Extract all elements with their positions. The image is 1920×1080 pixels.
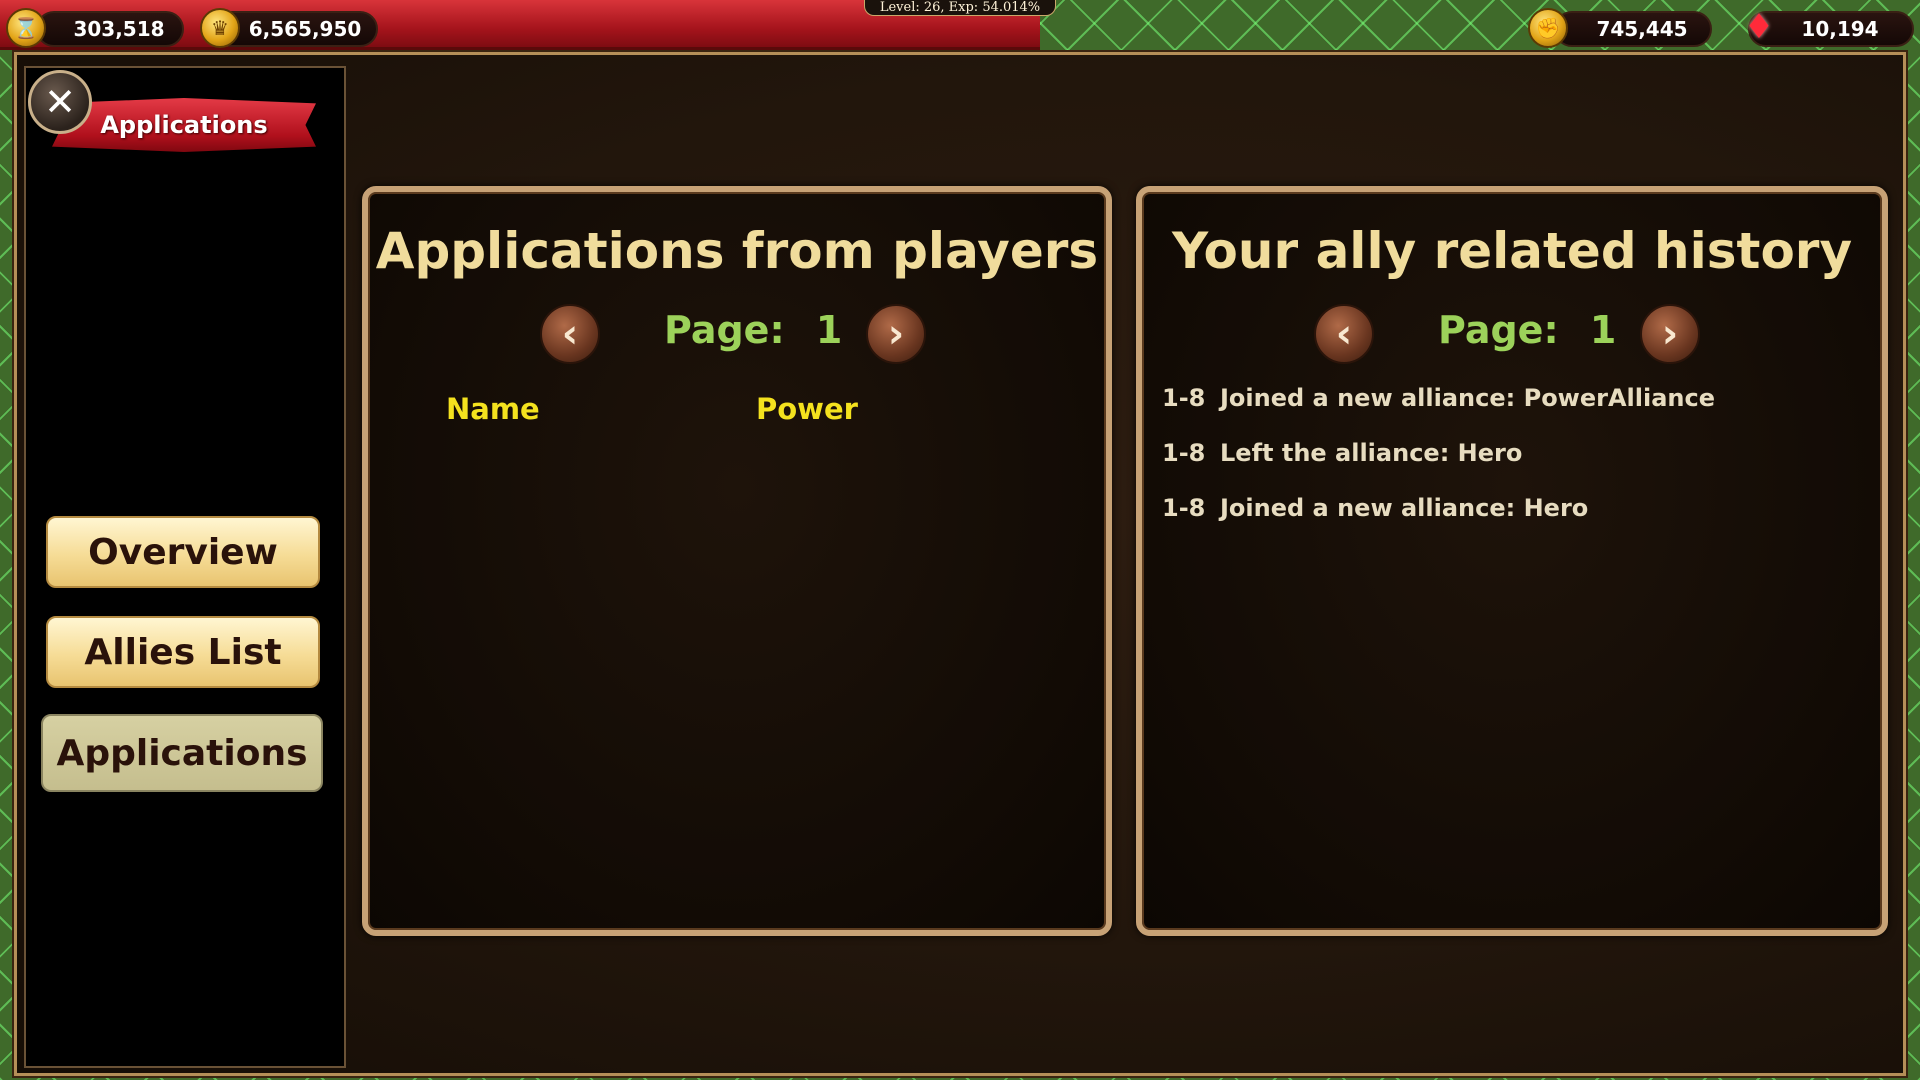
column-header-power: Power <box>756 392 858 426</box>
applications-panel-title: Applications from players <box>375 222 1099 280</box>
chevron-left-icon: ‹ <box>1335 311 1353 357</box>
history-entry-date: 1-8 <box>1162 384 1206 412</box>
page-number: 1 <box>1589 308 1617 352</box>
resource-3-value: 745,445 <box>1596 17 1688 41</box>
page-label: Page: <box>664 308 785 352</box>
history-entry: 1-8 Joined a new alliance: PowerAlliance <box>1162 384 1715 412</box>
allies-list-button-label: Allies List <box>84 631 282 673</box>
resource-1-counter: 303,518 <box>36 11 184 47</box>
history-entry-text: Joined a new alliance: PowerAlliance <box>1220 384 1715 412</box>
overview-button[interactable]: Overview <box>46 516 320 588</box>
applications-prev-page-button[interactable]: ‹ <box>540 304 600 364</box>
history-entry-text: Joined a new alliance: Hero <box>1220 494 1589 522</box>
resource-bar: 303,518 ⌛ 6,565,950 ♛ Level: 26, Exp: 54… <box>0 0 1920 56</box>
resource-4-value: 10,194 <box>1801 17 1879 41</box>
resource-3-counter: 745,445 <box>1554 11 1712 47</box>
applications-button[interactable]: Applications <box>41 714 323 792</box>
chevron-right-icon: › <box>887 311 905 357</box>
applications-button-label: Applications <box>56 732 308 774</box>
chevron-left-icon: ‹ <box>561 311 579 357</box>
fist-coin-icon: ✊ <box>1528 8 1568 48</box>
history-entry: 1-8 Joined a new alliance: Hero <box>1162 494 1588 522</box>
history-panel-title: Your ally related history <box>1171 222 1853 280</box>
history-entry-date: 1-8 <box>1162 439 1206 467</box>
allies-list-button[interactable]: Allies List <box>46 616 320 688</box>
overview-button-label: Overview <box>88 531 278 573</box>
ruby-gem-icon[interactable]: ♦ <box>1738 6 1780 48</box>
close-button[interactable]: ✕ <box>28 70 92 134</box>
applications-page-indicator: Page: 1 <box>664 308 842 352</box>
history-next-page-button[interactable]: › <box>1640 304 1700 364</box>
page-label: Page: <box>1438 308 1559 352</box>
history-entry: 1-8 Left the alliance: Hero <box>1162 439 1522 467</box>
applications-panel: Applications from players ‹ Page: 1 › Na… <box>362 186 1112 936</box>
history-prev-page-button[interactable]: ‹ <box>1314 304 1374 364</box>
resource-2-value: 6,565,950 <box>248 17 362 41</box>
history-page-indicator: Page: 1 <box>1438 308 1616 352</box>
column-header-name: Name <box>446 392 540 426</box>
hourglass-coin-icon: ⌛ <box>6 8 46 48</box>
history-panel: Your ally related history ‹ Page: 1 › 1-… <box>1136 186 1888 936</box>
history-entry-text: Left the alliance: Hero <box>1220 439 1523 467</box>
history-entry-date: 1-8 <box>1162 494 1206 522</box>
page-number: 1 <box>815 308 843 352</box>
close-icon: ✕ <box>44 80 76 124</box>
resource-1-value: 303,518 <box>73 17 165 41</box>
crown-coin-icon: ♛ <box>200 8 240 48</box>
chevron-right-icon: › <box>1661 311 1679 357</box>
level-exp-indicator: Level: 26, Exp: 54.014% <box>864 0 1056 16</box>
applications-next-page-button[interactable]: › <box>866 304 926 364</box>
